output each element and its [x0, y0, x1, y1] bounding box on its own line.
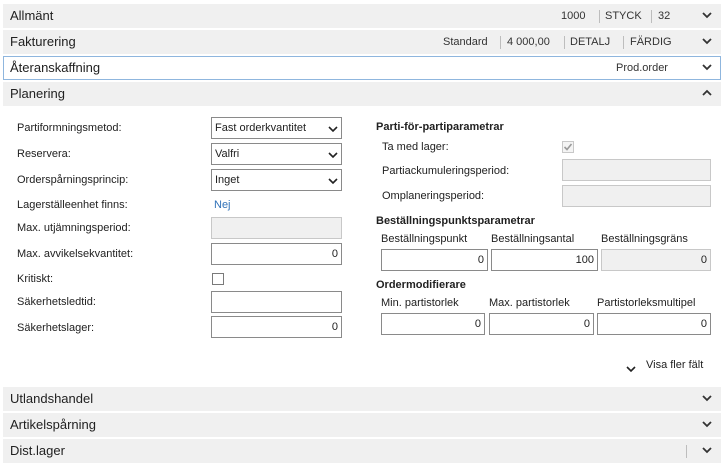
section-title: Återanskaffning [10, 60, 101, 75]
chevron-down-icon [626, 360, 636, 373]
minparti-field[interactable]: 0 [381, 313, 485, 335]
orderspar-select[interactable]: Inget [211, 169, 342, 191]
sakerhetslager-value: 0 [331, 321, 338, 333]
chevron-down-icon[interactable] [701, 444, 713, 456]
sakerhetsledtid-field[interactable] [211, 291, 342, 313]
divider [651, 10, 652, 23]
maxparti-value: 0 [583, 318, 590, 330]
partiack-field[interactable] [562, 159, 711, 181]
sakerhetslager-field[interactable]: 0 [211, 316, 342, 338]
summary-unit: STYCK [605, 10, 642, 22]
bp-group-title: Beställningspunktsparametrar [376, 215, 535, 227]
section-title: Dist.lager [10, 443, 65, 458]
section-title: Allmänt [10, 8, 54, 23]
section-title: Planering [10, 86, 65, 101]
chevron-down-icon [328, 176, 338, 185]
section-header-allmant[interactable]: Allmänt 1000 STYCK 32 [3, 4, 721, 28]
partimultipel-field[interactable]: 0 [597, 313, 711, 335]
maxavv-field[interactable]: 0 [211, 243, 342, 265]
section-header-utlandshandel[interactable]: Utlandshandel [3, 387, 721, 411]
chevron-down-icon[interactable] [701, 9, 713, 21]
partiformning-select[interactable]: Fast orderkvantitet [211, 117, 342, 139]
om-group-title: Ordermodifierare [376, 279, 466, 291]
maxutj-label: Max. utjämningsperiod: [17, 222, 131, 234]
lagerstalle-link[interactable]: Nej [214, 199, 231, 211]
partiformning-label: Partiformningsmetod: [17, 122, 122, 134]
chevron-up-icon[interactable] [701, 87, 713, 99]
divider [623, 36, 624, 49]
tamed-checkbox[interactable] [562, 141, 574, 153]
kritiskt-checkbox[interactable] [212, 273, 224, 285]
reservera-select[interactable]: Valfri [211, 143, 342, 165]
bestallningsantal-label: Beställningsantal [491, 233, 575, 245]
maxparti-field[interactable]: 0 [489, 313, 594, 335]
sakerhetsledtid-label: Säkerhetsledtid: [17, 296, 96, 308]
partimultipel-value: 0 [700, 318, 707, 330]
maxutj-field[interactable] [211, 217, 342, 239]
divider [599, 10, 600, 23]
kritiskt-label: Kritiskt: [17, 273, 54, 285]
bestallningspunkt-value: 0 [477, 254, 484, 266]
bestallningsantal-value: 100 [575, 254, 594, 266]
chevron-down-icon[interactable] [701, 61, 713, 73]
reservera-value: Valfri [215, 148, 240, 160]
show-more-label: Visa fler fält [646, 359, 704, 371]
chevron-down-icon [328, 124, 338, 133]
minparti-value: 0 [474, 318, 481, 330]
bestallningsgrans-field[interactable]: 0 [601, 249, 711, 271]
bestallningsantal-field[interactable]: 100 [491, 249, 598, 271]
maxavv-label: Max. avvikelsekvantitet: [17, 248, 134, 260]
pfp-group-title: Parti-för-partiparametrar [376, 121, 504, 133]
section-header-distlager[interactable]: Dist.lager [3, 439, 721, 463]
tamed-label: Ta med lager: [382, 141, 449, 153]
bestallningsgrans-value: 0 [700, 254, 707, 266]
reservera-label: Reservera: [17, 148, 71, 160]
summary-price: 4 000,00 [507, 36, 550, 48]
maxavv-value: 0 [331, 248, 338, 260]
bestallningsgrans-label: Beställningsgräns [601, 233, 688, 245]
summary-replenishment: Prod.order [616, 62, 668, 74]
summary-detail: DETALJ [570, 36, 611, 48]
maxparti-label: Max. partistorlek [489, 297, 570, 309]
section-title: Utlandshandel [10, 391, 94, 406]
section-title: Fakturering [10, 34, 76, 49]
section-title: Artikelspårning [10, 417, 96, 432]
chevron-down-icon[interactable] [701, 35, 713, 47]
divider [686, 445, 687, 458]
summary-costing-method: Standard [443, 36, 488, 48]
omplan-label: Omplaneringsperiod: [382, 190, 485, 202]
summary-inventory: 1000 [561, 10, 586, 22]
bestallningspunkt-label: Beställningspunkt [381, 233, 468, 245]
summary-number: 32 [658, 10, 671, 22]
section-header-planering[interactable]: Planering [3, 82, 721, 106]
divider [564, 36, 565, 49]
bestallningspunkt-field[interactable]: 0 [381, 249, 488, 271]
orderspar-label: Orderspårningsprincip: [17, 174, 129, 186]
section-header-fakturering[interactable]: Fakturering Standard 4 000,00 DETALJ FÄR… [3, 30, 721, 54]
partimultipel-label: Partistorleksmultipel [597, 297, 696, 309]
summary-finished: FÄRDIG [630, 36, 672, 48]
lagerstalle-label: Lagerställeenhet finns: [17, 199, 128, 211]
chevron-down-icon [328, 150, 338, 159]
sakerhetslager-label: Säkerhetslager: [17, 322, 95, 334]
minparti-label: Min. partistorlek [381, 297, 459, 309]
section-header-artikelsparning[interactable]: Artikelspårning [3, 413, 721, 437]
checkmark-icon [563, 143, 573, 151]
partiformning-value: Fast orderkvantitet [215, 122, 307, 134]
section-header-ateranskaffning[interactable]: Återanskaffning Prod.order [3, 56, 721, 80]
partiack-label: Partiackumuleringsperiod: [382, 165, 510, 177]
chevron-down-icon[interactable] [701, 418, 713, 430]
chevron-down-icon[interactable] [701, 392, 713, 404]
omplan-field[interactable] [562, 185, 711, 207]
orderspar-value: Inget [215, 174, 240, 186]
divider [500, 36, 501, 49]
